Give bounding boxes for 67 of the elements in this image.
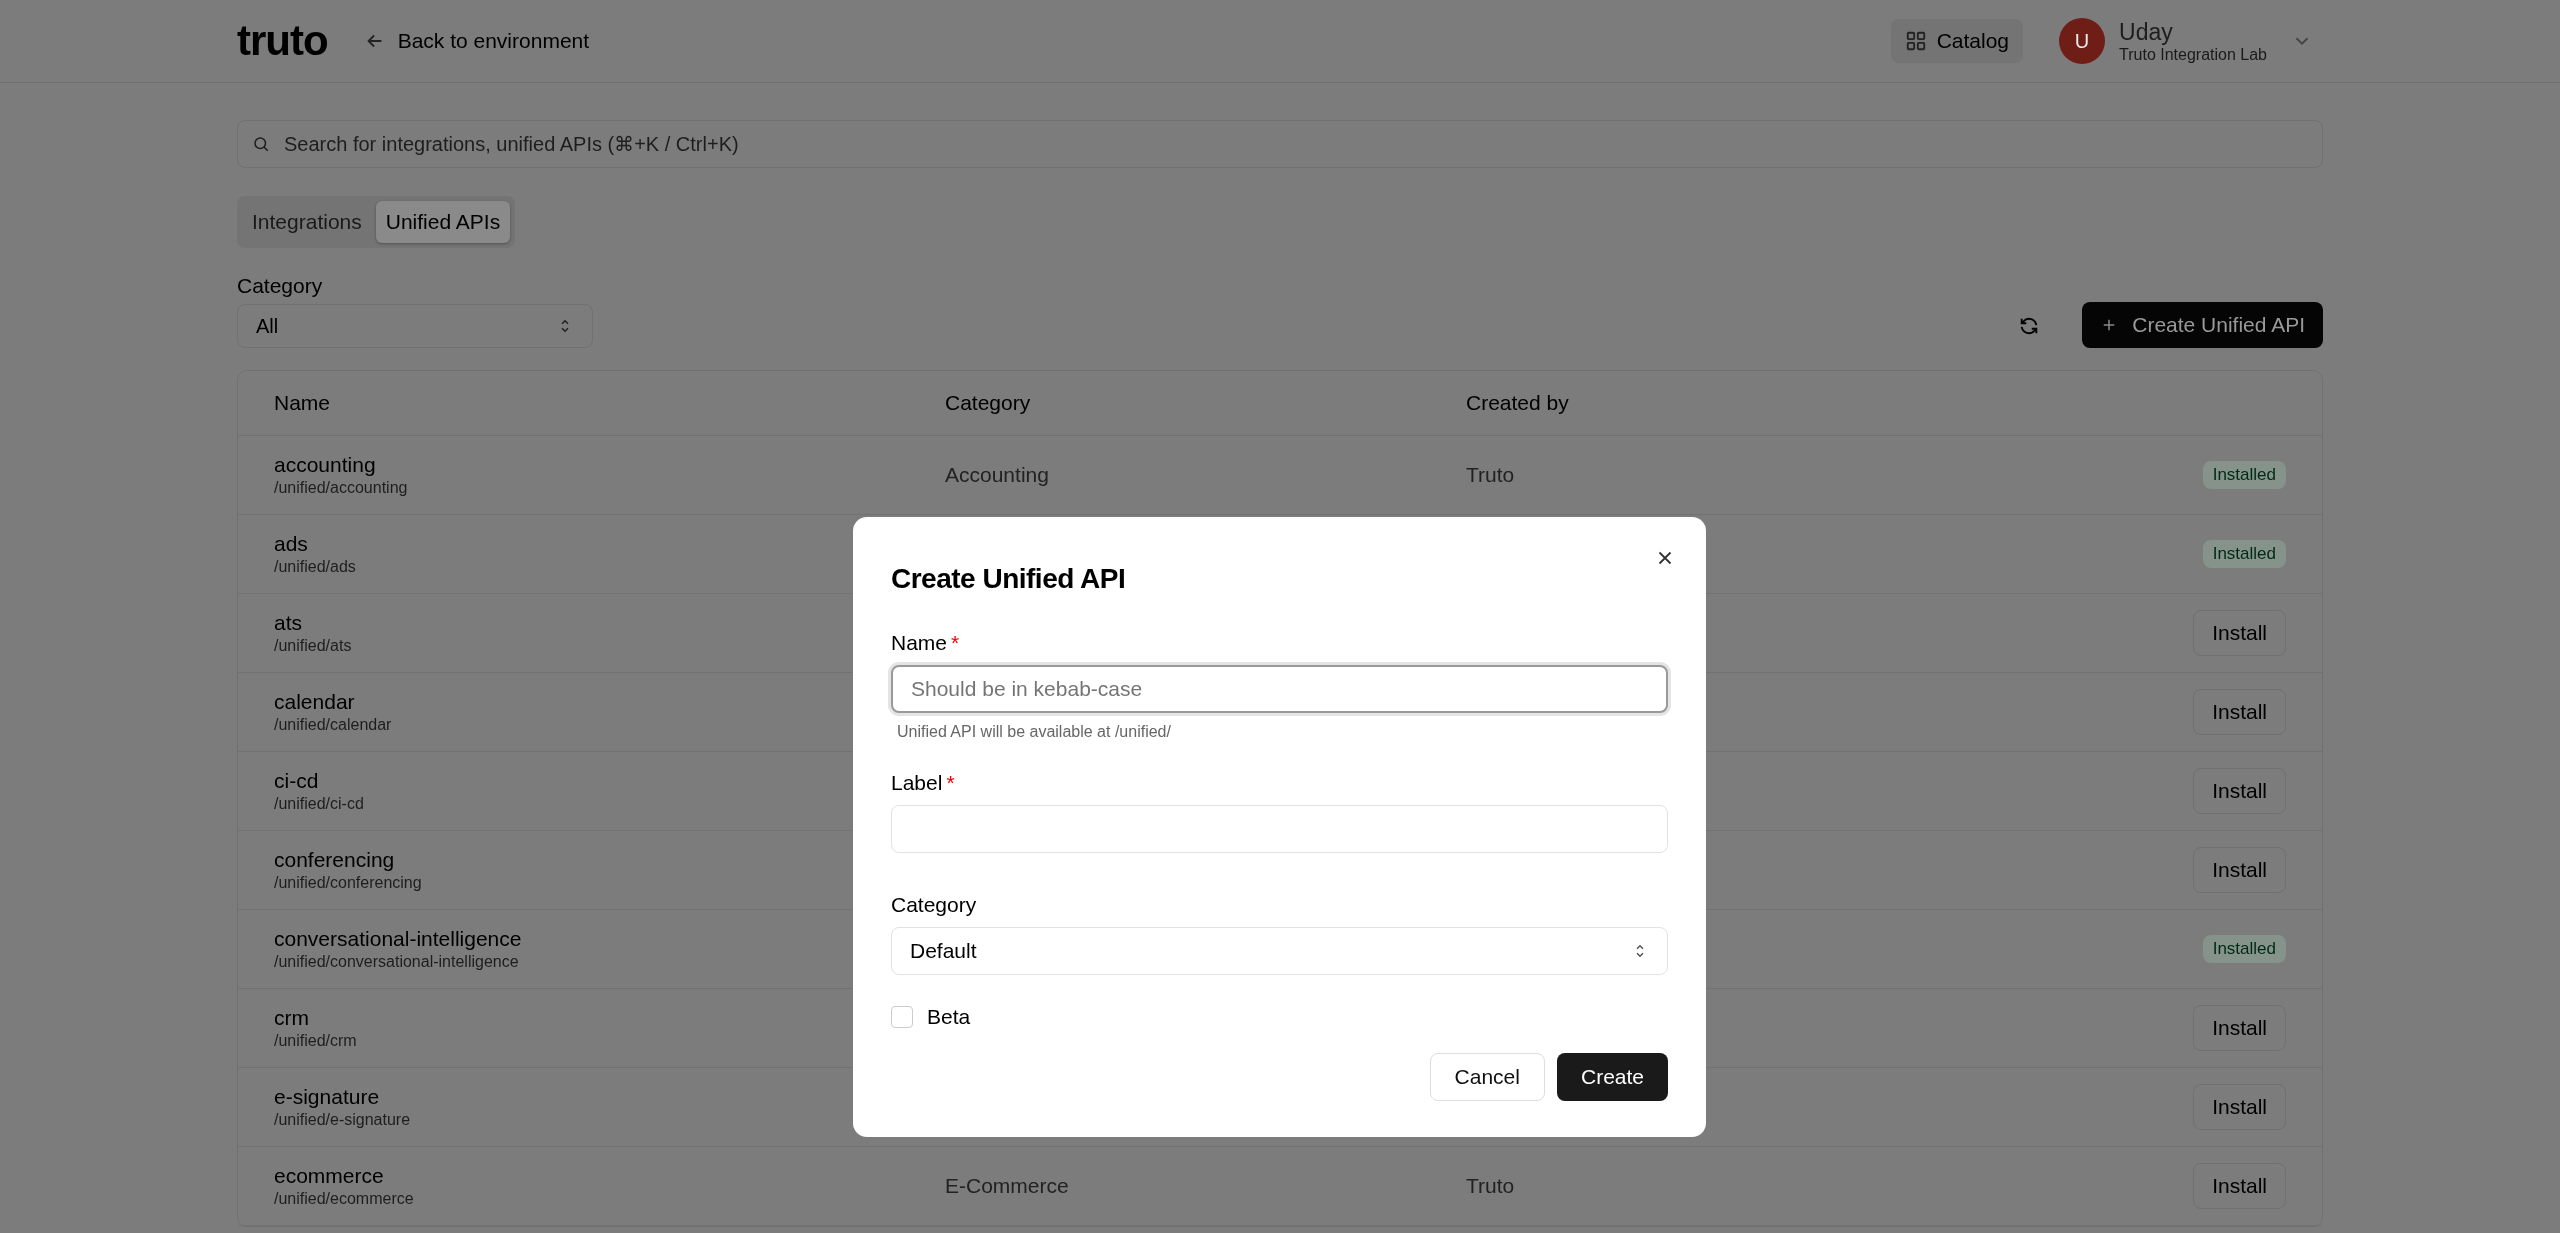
create-unified-api-button[interactable]: Create Unified API: [2082, 302, 2323, 348]
field-label: Name: [891, 631, 948, 655]
api-path: /unified/e-signature: [274, 1111, 411, 1129]
api-name: e-signature: [274, 1085, 380, 1109]
field-label: Label: [891, 771, 943, 795]
installed-badge: Installed: [2202, 540, 2286, 568]
tab[interactable]: Integrations: [242, 201, 372, 243]
api-path: /unified/crm: [274, 1032, 357, 1050]
api-path: /unified/calendar: [274, 716, 392, 734]
checkbox-label: Beta: [927, 1005, 971, 1029]
user-organization: Truto Integration Lab: [2119, 45, 2267, 64]
beta-checkbox[interactable]: [891, 1006, 913, 1028]
installed-badge: Installed: [2202, 461, 2286, 489]
column-header: Category: [945, 391, 1032, 415]
install-button[interactable]: Install: [2193, 689, 2286, 735]
field-hint: Unified API will be available at /unified/: [896, 723, 1172, 741]
column-header: Name: [274, 391, 332, 415]
install-button[interactable]: Install: [2193, 1163, 2286, 1209]
user-name: Uday: [2119, 18, 2174, 46]
filter-label: Category: [237, 274, 324, 298]
catalog-button[interactable]: Catalog: [1890, 19, 2024, 63]
search-field[interactable]: Search for integrations, unified APIs (⌘+K / Ctrl+K): [237, 120, 2323, 168]
api-name: ats: [274, 611, 302, 635]
user-menu[interactable]: U Uday Truto Integration Lab: [2059, 18, 2313, 64]
install-button[interactable]: Install: [2193, 847, 2286, 893]
required-mark: *: [946, 771, 955, 795]
api-path: /unified/accounting: [274, 479, 408, 497]
api-name: accounting: [274, 453, 376, 477]
column-header: Created by: [1466, 391, 1570, 415]
api-path: /unified/ecommerce: [274, 1190, 414, 1208]
required-mark: *: [951, 631, 960, 655]
api-path: /unified/ats: [274, 637, 352, 655]
grid-icon: [1904, 30, 1927, 52]
api-name: ci-cd: [274, 769, 319, 793]
category-cell: Accounting: [945, 463, 1049, 486]
field-label: Category: [891, 893, 977, 917]
api-name: conferencing: [274, 848, 395, 872]
api-name: ads: [274, 532, 308, 556]
api-name: conversational-intelligence: [274, 927, 522, 951]
api-path: /unified/conferencing: [274, 874, 422, 892]
installed-badge: Installed: [2202, 935, 2286, 963]
category-select[interactable]: Default: [891, 927, 1668, 975]
name-input[interactable]: Should be in kebab-case: [891, 665, 1668, 713]
category-select[interactable]: All: [237, 304, 593, 348]
tab[interactable]: Unified APIs: [375, 201, 511, 243]
api-name: calendar: [274, 690, 355, 714]
install-button[interactable]: Install: [2193, 1005, 2286, 1051]
created-by-cell: Truto: [1466, 463, 1515, 486]
label-input[interactable]: [891, 805, 1668, 853]
install-button[interactable]: Install: [2193, 1084, 2286, 1130]
api-path: /unified/ads: [274, 558, 356, 576]
install-button[interactable]: Install: [2193, 768, 2286, 814]
api-name: crm: [274, 1006, 309, 1030]
dialog-title: Create Unified API: [891, 563, 1127, 595]
create-button[interactable]: Create: [1556, 1053, 1668, 1101]
truto-logo[interactable]: truto: [237, 17, 328, 65]
cancel-button[interactable]: Cancel: [1429, 1053, 1545, 1101]
api-name: ecommerce: [274, 1164, 384, 1188]
search-input[interactable]: Search for integrations, unified APIs (⌘+K / Ctrl+K): [282, 131, 2308, 157]
api-path: /unified/conversational-intelligence: [274, 953, 519, 971]
api-path: /unified/ci-cd: [274, 795, 364, 813]
category-cell: E-Commerce: [945, 1174, 1069, 1197]
created-by-cell: Truto: [1466, 1174, 1515, 1197]
search-icon: [252, 135, 270, 153]
install-button[interactable]: Install: [2193, 610, 2286, 656]
back-link[interactable]: Back to environment: [363, 29, 590, 53]
user-avatar: U: [2059, 18, 2106, 64]
